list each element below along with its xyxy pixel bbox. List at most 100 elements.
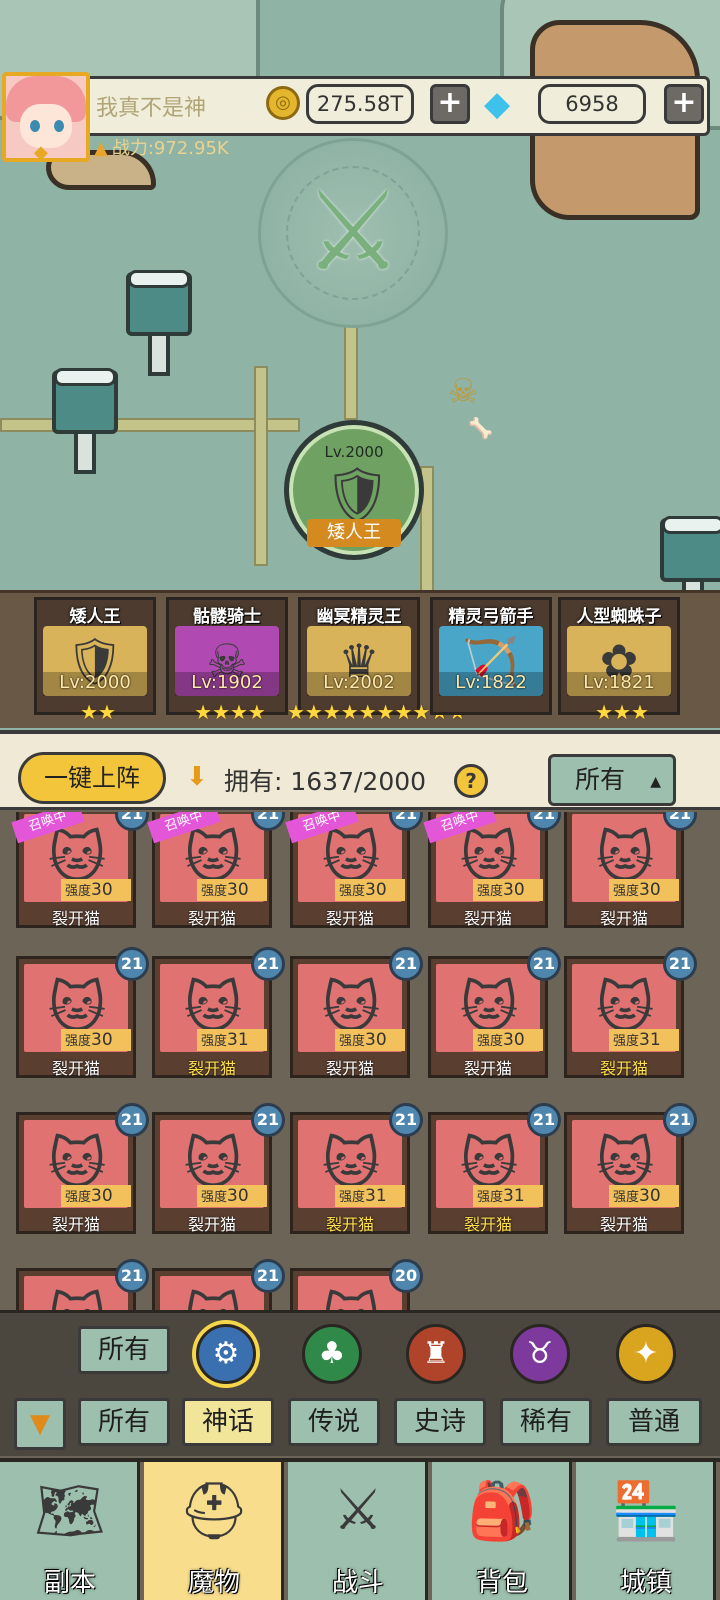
monster-card[interactable]: 🐱 强度30 裂开猫 21 召唤中 (423, 812, 561, 928)
mech-faction-icon[interactable]: ⚙ (196, 1324, 256, 1384)
rarity-filter-2[interactable]: 传说 (288, 1398, 380, 1446)
nav-tab-1[interactable]: ⛑ 魔物 (144, 1462, 284, 1600)
monster-name: 裂开猫 (599, 909, 648, 928)
monster-card[interactable]: 🐱20 (290, 1259, 423, 1312)
monster-card[interactable]: 🐱 强度30 裂开猫 21 (564, 1103, 697, 1234)
avatar[interactable]: ◆ (2, 72, 90, 162)
holy-faction-icon[interactable]: ✦ (616, 1324, 676, 1384)
rarity-filter-4[interactable]: 稀有 (500, 1398, 592, 1446)
skull-icon: ☠ (448, 372, 479, 412)
level-badge: 20 (389, 1259, 423, 1293)
level-badge: 21 (389, 947, 423, 981)
team-member-name: 人型蜘蛛子 (576, 607, 662, 627)
collapse-filter-button[interactable]: ▼ (14, 1398, 66, 1450)
monster-card[interactable]: 🐱21 (152, 1259, 285, 1312)
monster-card[interactable]: 🐱 强度30 裂开猫 21 (152, 1103, 285, 1234)
town-shop-icon: 🏪 (611, 1479, 681, 1544)
boss-name: 矮人王 (307, 519, 401, 547)
caret-up-icon: ▲ (650, 774, 661, 790)
nature-faction-icon[interactable]: ♣ (302, 1324, 362, 1384)
strength-tag: 强度30 (61, 1185, 131, 1207)
strength-value: 30 (91, 880, 113, 900)
monster-card[interactable]: 🐱 强度30 裂开猫 21 (564, 812, 697, 928)
nav-tab-3[interactable]: 🎒 背包 (432, 1462, 572, 1600)
level-badge: 21 (115, 1103, 149, 1137)
monster-card[interactable]: 🐱 强度31 裂开猫 21 (428, 1103, 561, 1234)
monster-card[interactable]: 🐱 强度30 裂开猫 21 (290, 947, 423, 1078)
auto-deploy-button[interactable]: 一键上阵 (18, 752, 166, 804)
bone-icon: 🦴 (468, 416, 493, 440)
gold-coin-icon: ◎ (266, 86, 300, 120)
monster-grid: 🐱 强度30 裂开猫 21 召唤中 🐱 强度30 裂开猫 21 召唤中 🐱 强度30 裂开猫 21 召唤中 🐱… (0, 812, 720, 1312)
monster-name: 裂开猫 (325, 1059, 374, 1078)
strength-label: 强度 (65, 1190, 92, 1205)
team-card[interactable]: 🏹 精灵弓箭手 Lv:1822 (430, 597, 552, 715)
rarity-filter-3[interactable]: 史诗 (394, 1398, 486, 1446)
strength-tag: 强度30 (197, 879, 267, 901)
team-member-name: 矮人王 (69, 607, 121, 627)
rarity-filter-1[interactable]: 神话 (182, 1398, 274, 1446)
arrow-down-icon: ⬇ (186, 762, 208, 792)
strength-tag: 强度31 (609, 1029, 679, 1051)
team-lineup: 🛡 矮人王 Lv:2000 ★★ ☠ 骷髅骑士 Lv:1902 ★★★★ ♛ 幽冥精灵王 Lv:20… (0, 590, 720, 728)
nav-tab-4[interactable]: 🏪 城镇 (576, 1462, 716, 1600)
monster-card[interactable]: 🐱 强度30 裂开猫 21 召唤中 (11, 812, 149, 928)
map-path (254, 366, 268, 566)
monster-card[interactable]: 🐱 强度31 裂开猫 21 (290, 1103, 423, 1234)
boss-node[interactable]: Lv.2000 🛡 矮人王 (284, 420, 424, 560)
strength-tag: 强度30 (335, 879, 405, 901)
inferno-faction-icon[interactable]: ♜ (406, 1324, 466, 1384)
crossed-swords-map-icon[interactable]: ⚔ (288, 166, 418, 296)
strength-value: 30 (365, 1030, 387, 1050)
monster-card[interactable]: 🐱 强度30 裂开猫 21 召唤中 (285, 812, 423, 928)
dwarf-king-icon: 🛡 (323, 463, 392, 526)
level-badge: 21 (251, 947, 285, 981)
team-card[interactable]: 🛡 矮人王 Lv:2000 ★★ (34, 597, 156, 724)
strength-tag: 强度30 (197, 1185, 267, 1207)
diamond-icon: ◆ (484, 84, 511, 124)
strength-tag: 强度30 (609, 1185, 679, 1207)
monster-helmet-icon: ⛑ (178, 1479, 250, 1544)
strength-tag: 强度30 (61, 879, 131, 901)
monster-card[interactable]: 🐱 强度30 裂开猫 21 召唤中 (147, 812, 285, 928)
rank-badge-icon: ◆ (34, 142, 48, 162)
rarity-filter-0[interactable]: 所有 (78, 1398, 170, 1446)
team-card[interactable]: ☠ 骷髅骑士 Lv:1902 ★★★★ (166, 597, 288, 724)
nav-tab-0[interactable]: 🗺 副本 (0, 1462, 140, 1600)
strength-label: 强度 (339, 1034, 366, 1049)
demon-faction-icon[interactable]: ♉ (510, 1324, 570, 1384)
nav-tab-2[interactable]: ⚔ 战斗 (288, 1462, 428, 1600)
monster-card[interactable]: 🐱 强度30 裂开猫 21 (16, 1103, 149, 1234)
team-card[interactable]: ♛ 幽冥精灵王 Lv:2002 ★★★★★★★★★★ (287, 597, 466, 724)
strength-value: 31 (503, 1186, 525, 1206)
monster-card[interactable]: 🐱 强度30 裂开猫 21 (16, 947, 149, 1078)
sort-filter-dropdown[interactable]: 所有 ▲ (548, 754, 676, 806)
monster-name: 裂开猫 (51, 909, 100, 928)
strength-value: 30 (227, 880, 249, 900)
faction-all-button[interactable]: 所有 (78, 1326, 170, 1374)
monster-card[interactable]: 🐱 强度31 裂开猫 21 (564, 947, 697, 1078)
level-badge: 21 (251, 1259, 285, 1293)
strength-label: 强度 (477, 1034, 504, 1049)
add-gold-button[interactable]: + (430, 84, 470, 124)
strength-value: 31 (639, 1030, 661, 1050)
strength-value: 31 (365, 1186, 387, 1206)
monster-card[interactable]: 🐱 强度30 裂开猫 21 (428, 947, 561, 1078)
level-badge: 21 (663, 1103, 697, 1137)
strength-label: 强度 (477, 1190, 504, 1205)
rarity-filter-5[interactable]: 普通 (606, 1398, 702, 1446)
monster-card[interactable]: 🐱 强度31 裂开猫 21 (152, 947, 285, 1078)
add-gems-button[interactable]: + (664, 84, 704, 124)
cat-warrior-icon: 🐱 (303, 1279, 399, 1312)
level-badge: 21 (527, 947, 561, 981)
strength-tag: 强度31 (335, 1185, 405, 1207)
power-icon: ▲ (94, 138, 108, 159)
strength-tag: 强度31 (473, 1185, 543, 1207)
team-card[interactable]: ✿ 人型蜘蛛子 Lv:1821 ★★★ (558, 597, 680, 724)
star-rating: ★★★ (595, 700, 649, 724)
help-button[interactable]: ? (454, 764, 488, 798)
level-badge: 21 (663, 947, 697, 981)
combat-power-value: 战力:972.95K (111, 138, 229, 159)
monster-card[interactable]: 🐱21 (16, 1259, 149, 1312)
monster-name: 裂开猫 (51, 1059, 100, 1078)
